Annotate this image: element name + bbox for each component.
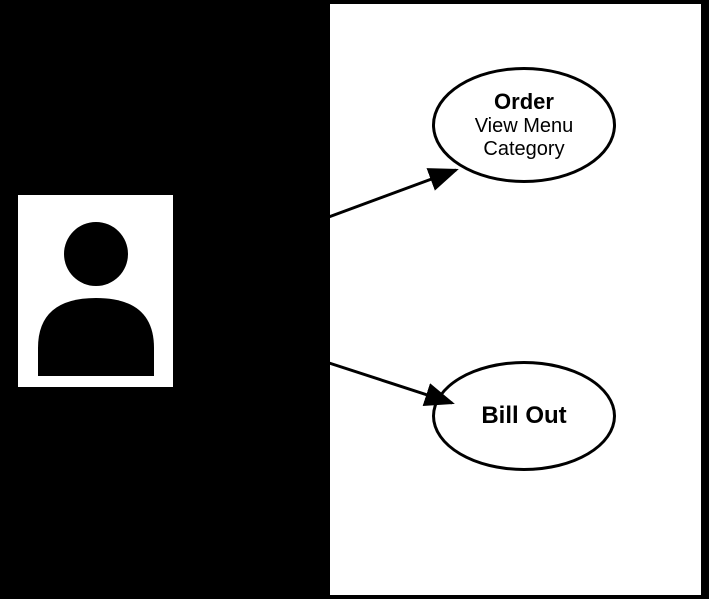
use-case-diagram: Order View Menu Category Bill Out xyxy=(0,0,709,599)
usecase-billout: Bill Out xyxy=(432,361,616,471)
usecase-order-title: Order xyxy=(494,89,554,114)
person-icon xyxy=(26,206,166,376)
usecase-order: Order View Menu Category xyxy=(432,67,616,183)
actor-box xyxy=(16,193,175,389)
usecase-order-line2: Category xyxy=(483,138,564,161)
arrow-stem-lower xyxy=(175,290,326,362)
usecase-order-line1: View Menu xyxy=(475,115,574,138)
arrowhead-to-actor xyxy=(193,290,210,308)
arrow-stem-upper xyxy=(175,218,326,290)
usecase-billout-title: Bill Out xyxy=(481,402,566,430)
